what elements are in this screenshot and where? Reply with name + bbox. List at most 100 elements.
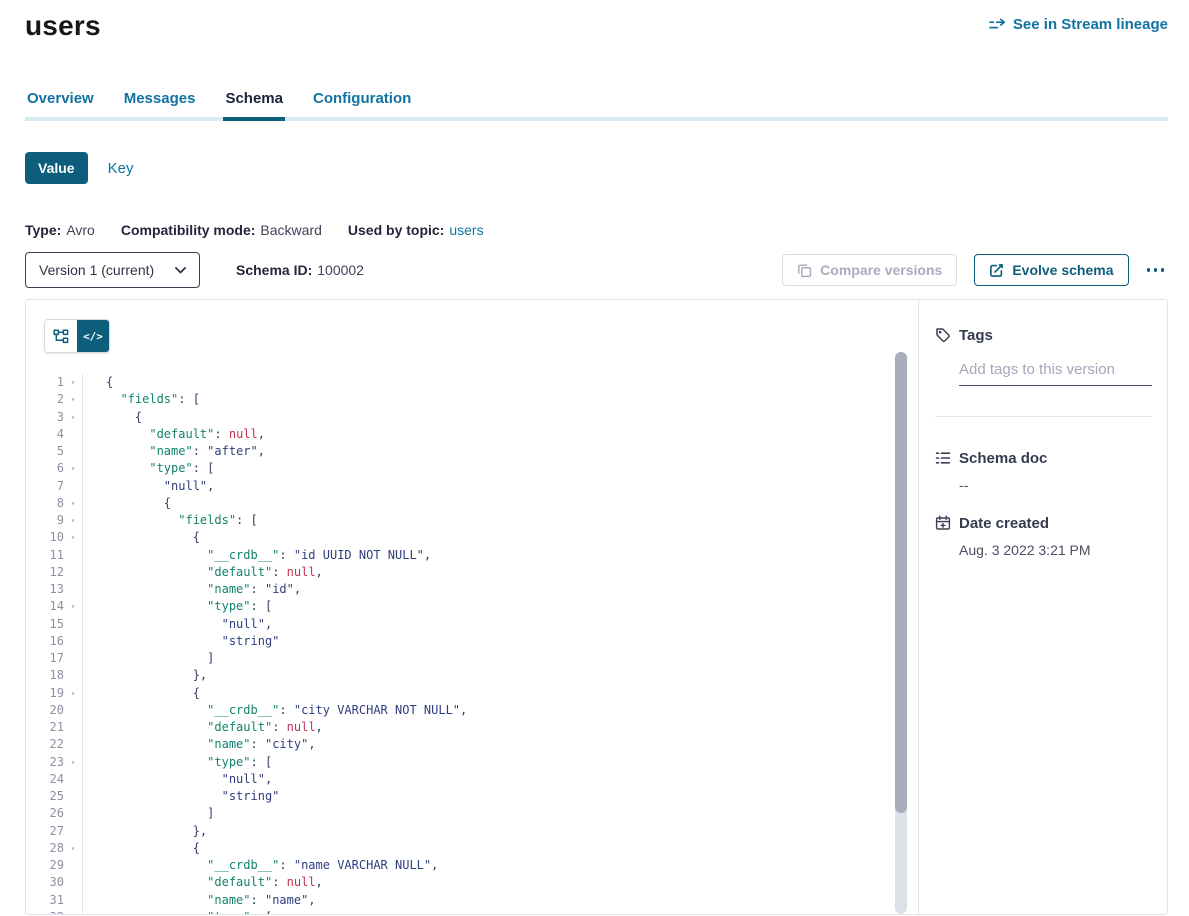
editor-scrollbar[interactable] [895,352,907,914]
tree-view-button[interactable] [45,320,77,352]
topic-link[interactable]: users [449,222,483,238]
fold-arrow-icon[interactable]: ▾ [64,374,82,391]
fold-spacer [64,547,82,564]
code-text[interactable]: ] [82,805,894,822]
code-text[interactable]: "name": "id", [82,581,894,598]
line-number: 20 [26,702,64,719]
code-line: 11 "__crdb__": "id UUID NOT NULL", [26,547,894,564]
code-text[interactable]: { [82,840,894,857]
fold-spacer [64,581,82,598]
add-tags-input[interactable] [959,345,1152,386]
code-line: 19▾ { [26,685,894,702]
code-line: 13 "name": "id", [26,581,894,598]
line-number: 28 [26,840,64,857]
tags-heading: Tags [959,326,1152,345]
line-number: 10 [26,529,64,546]
date-created-heading: Date created [959,514,1152,533]
tab-overview[interactable]: Overview [25,89,96,117]
fold-arrow-icon[interactable]: ▾ [64,754,82,771]
code-text[interactable]: "type": [ [82,598,894,615]
code-text[interactable]: "null", [82,616,894,633]
code-line: 14▾ "type": [ [26,598,894,615]
code-text[interactable]: "type": [ [82,460,894,477]
see-in-stream-lineage-link[interactable]: See in Stream lineage [989,16,1168,33]
compatibility-mode: Compatibility mode:Backward [121,220,322,240]
schema-editor: </> 1▾{2▾ "fields": [3▾ {4 "default": nu… [26,300,919,914]
line-number: 18 [26,667,64,684]
code-text[interactable]: "__crdb__": "name VARCHAR NULL", [82,857,894,874]
value-key-toggle: Value Key [25,152,1168,184]
fold-arrow-icon[interactable]: ▾ [64,529,82,546]
schema-doc-value: -- [959,476,1152,495]
code-text[interactable]: "name": "name", [82,892,894,909]
code-text[interactable]: "null", [82,771,894,788]
line-number: 7 [26,478,64,495]
fold-arrow-icon[interactable]: ▾ [64,512,82,529]
code-line: 8▾ { [26,495,894,512]
code-text[interactable]: "default": null, [82,719,894,736]
tab-bar: Overview Messages Schema Configuration [25,89,1168,121]
code-text[interactable]: "type": [ [82,909,894,914]
doc-list-icon [935,450,951,495]
code-view-icon: </> [83,330,103,343]
code-view-button[interactable]: </> [77,320,109,352]
line-number: 19 [26,685,64,702]
code-text[interactable]: ] [82,650,894,667]
line-number: 27 [26,823,64,840]
code-text[interactable]: { [82,374,894,391]
evolve-schema-button[interactable]: Evolve schema [974,254,1128,286]
code-text[interactable]: { [82,495,894,512]
tab-configuration[interactable]: Configuration [311,89,413,117]
compare-versions-button[interactable]: Compare versions [782,254,957,286]
fold-arrow-icon[interactable]: ▾ [64,391,82,408]
fold-arrow-icon[interactable]: ▾ [64,460,82,477]
more-options-button[interactable] [1143,262,1169,278]
compare-versions-label: Compare versions [820,262,942,278]
code-text[interactable]: "name": "city", [82,736,894,753]
code-text[interactable]: "default": null, [82,426,894,443]
scrollbar-thumb[interactable] [895,352,907,813]
code-line: 30 "default": null, [26,874,894,891]
fold-spacer [64,719,82,736]
code-text[interactable]: "type": [ [82,754,894,771]
schema-id-label: Schema ID: [236,262,312,278]
fold-arrow-icon[interactable]: ▾ [64,598,82,615]
tab-messages[interactable]: Messages [122,89,198,117]
code-text[interactable]: { [82,409,894,426]
fold-arrow-icon[interactable]: ▾ [64,840,82,857]
value-tab-button[interactable]: Value [25,152,88,184]
code-text[interactable]: "null", [82,478,894,495]
code-text[interactable]: }, [82,823,894,840]
code-text[interactable]: "fields": [ [82,512,894,529]
code-text[interactable]: }, [82,667,894,684]
code-text[interactable]: "string" [82,788,894,805]
code-text[interactable]: "default": null, [82,874,894,891]
line-number: 13 [26,581,64,598]
fold-arrow-icon[interactable]: ▾ [64,909,82,914]
schema-id-value: 100002 [317,262,364,278]
code-line: 28▾ { [26,840,894,857]
code-text[interactable]: "__crdb__": "id UUID NOT NULL", [82,547,894,564]
fold-arrow-icon[interactable]: ▾ [64,495,82,512]
code-text[interactable]: "default": null, [82,564,894,581]
code-text[interactable]: "string" [82,633,894,650]
fold-spacer [64,426,82,443]
code-line: 26 ] [26,805,894,822]
tab-schema[interactable]: Schema [223,89,285,117]
topic-label: Used by topic: [348,222,444,238]
fold-spacer [64,616,82,633]
fold-arrow-icon[interactable]: ▾ [64,409,82,426]
compat-value: Backward [260,222,321,238]
code-line: 4 "default": null, [26,426,894,443]
code-text[interactable]: "__crdb__": "city VARCHAR NOT NULL", [82,702,894,719]
key-tab-link[interactable]: Key [108,160,134,177]
version-select[interactable]: Version 1 (current) [25,252,200,288]
code-line: 22 "name": "city", [26,736,894,753]
code-text[interactable]: "fields": [ [82,391,894,408]
fold-arrow-icon[interactable]: ▾ [64,685,82,702]
fold-spacer [64,443,82,460]
code-text[interactable]: { [82,685,894,702]
code-text[interactable]: "name": "after", [82,443,894,460]
line-number: 4 [26,426,64,443]
code-text[interactable]: { [82,529,894,546]
